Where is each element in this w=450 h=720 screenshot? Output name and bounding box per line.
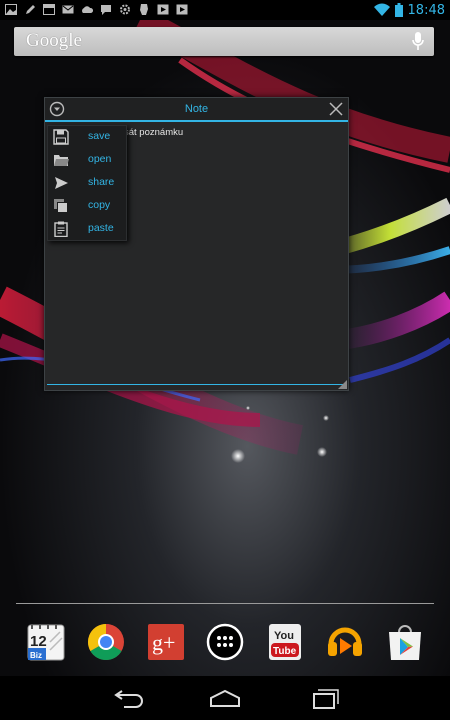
gallery-icon bbox=[5, 4, 17, 15]
menu-item-share[interactable]: share bbox=[48, 172, 126, 194]
note-title: Note bbox=[184, 103, 209, 115]
menu-item-open[interactable]: open bbox=[48, 149, 126, 171]
note-popup-menu: save open share copy paste bbox=[47, 125, 127, 241]
calendar-icon bbox=[43, 4, 55, 15]
evernote-icon bbox=[140, 4, 148, 15]
wifi-icon bbox=[373, 3, 390, 16]
recents-icon[interactable] bbox=[306, 686, 340, 710]
close-icon[interactable] bbox=[328, 101, 344, 117]
status-right: 18:48 bbox=[373, 2, 445, 18]
youtube-bottom-text: Tube bbox=[273, 646, 297, 657]
google-logo: Google bbox=[26, 30, 82, 51]
copy-icon bbox=[54, 199, 68, 213]
menu-item-label: save bbox=[88, 130, 111, 142]
menu-item-label: open bbox=[88, 153, 112, 165]
dock-divider bbox=[16, 603, 434, 604]
note-text-area[interactable]: sát poznámku bbox=[124, 127, 183, 138]
play-store-icon[interactable] bbox=[385, 622, 425, 662]
navigation-bar bbox=[0, 676, 450, 720]
battery-icon bbox=[394, 3, 403, 17]
back-icon[interactable] bbox=[112, 686, 146, 710]
mic-icon[interactable] bbox=[412, 32, 424, 51]
menu-item-label: share bbox=[88, 176, 115, 188]
menu-item-label: copy bbox=[88, 199, 111, 211]
play-music-icon[interactable] bbox=[325, 622, 365, 662]
menu-item-label: paste bbox=[88, 222, 114, 234]
clock: 18:48 bbox=[407, 2, 445, 18]
cloud-icon bbox=[82, 6, 93, 13]
media-icon bbox=[176, 4, 188, 15]
chrome-icon[interactable] bbox=[86, 622, 126, 662]
notification-icons[interactable] bbox=[5, 3, 188, 17]
folder-icon bbox=[54, 155, 69, 166]
youtube-top-text: You bbox=[274, 630, 294, 642]
google-search-bar[interactable]: Google bbox=[14, 27, 434, 56]
business-calendar-icon[interactable]: 12 Biz bbox=[26, 622, 66, 662]
menu-item-copy[interactable]: copy bbox=[48, 195, 126, 217]
gmail-icon bbox=[62, 5, 74, 14]
note-input-underline bbox=[47, 384, 344, 385]
app-drawer-icon[interactable] bbox=[205, 622, 245, 662]
menu-item-save[interactable]: save bbox=[48, 126, 126, 148]
floppy-icon bbox=[53, 129, 69, 145]
google-plus-icon[interactable]: g+ bbox=[146, 622, 186, 662]
home-icon[interactable] bbox=[208, 686, 242, 710]
resize-handle[interactable] bbox=[338, 380, 347, 389]
play-icon bbox=[157, 4, 169, 15]
status-bar: 18:48 bbox=[0, 0, 450, 20]
gplus-text: g+ bbox=[152, 630, 175, 655]
send-icon bbox=[55, 177, 68, 189]
settings-icon bbox=[120, 4, 130, 15]
edit-icon bbox=[26, 5, 35, 14]
youtube-icon[interactable]: You Tube bbox=[265, 622, 305, 662]
favorites-dock: 12 Biz g+ You Tube bbox=[0, 612, 450, 672]
menu-item-paste[interactable]: paste bbox=[48, 218, 126, 240]
chat-icon bbox=[101, 5, 111, 15]
calendar-day: 12 bbox=[30, 633, 47, 650]
calendar-tag: Biz bbox=[30, 651, 42, 660]
note-header[interactable]: Note bbox=[45, 98, 348, 122]
clipboard-icon bbox=[54, 221, 68, 237]
